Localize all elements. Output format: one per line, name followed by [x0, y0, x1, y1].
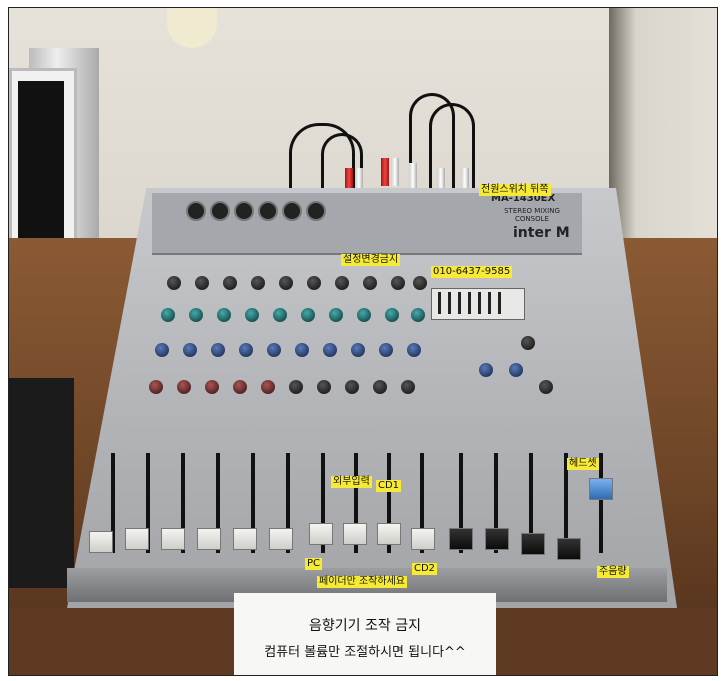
channel-fader-pc[interactable]	[309, 523, 333, 545]
label-cd1: CD1	[376, 480, 402, 492]
knob[interactable]	[479, 363, 493, 377]
xlr-input-3[interactable]	[234, 201, 254, 221]
knob[interactable]	[373, 380, 387, 394]
xlr-input-4[interactable]	[258, 201, 278, 221]
xlr-input-6[interactable]	[306, 201, 326, 221]
knob[interactable]	[317, 380, 331, 394]
headset-label: 헤드셋	[567, 458, 599, 470]
knob[interactable]	[195, 276, 209, 290]
knob[interactable]	[379, 343, 393, 357]
knob[interactable]	[267, 343, 281, 357]
knob[interactable]	[289, 380, 303, 394]
power-switch-note: 전원스위치 뒤쪽	[479, 184, 551, 196]
xlr-input-2[interactable]	[210, 201, 230, 221]
channel-fader-6[interactable]	[269, 528, 293, 550]
channel-fader-external[interactable]	[343, 523, 367, 545]
knob[interactable]	[329, 308, 343, 322]
knob[interactable]	[177, 380, 191, 394]
knob[interactable]	[407, 343, 421, 357]
warning-sign: 음향기기 조작 금지 컴퓨터 볼륨만 조절하시면 됩니다^^	[234, 593, 496, 675]
model-subtitle: STEREO MIXING CONSOLE	[504, 207, 560, 223]
channel-fader-3[interactable]	[161, 528, 185, 550]
knob[interactable]	[509, 363, 523, 377]
knob[interactable]	[351, 343, 365, 357]
channel-fader-1[interactable]	[89, 531, 113, 553]
group-fader-4[interactable]	[557, 538, 581, 560]
knob[interactable]	[239, 343, 253, 357]
knob[interactable]	[385, 308, 399, 322]
photo-frame: MA-1430EX STEREO MIXING CONSOLE inter M …	[8, 7, 718, 676]
graphic-eq[interactable]	[431, 288, 525, 320]
knob[interactable]	[363, 276, 377, 290]
knob[interactable]	[245, 308, 259, 322]
knob[interactable]	[217, 308, 231, 322]
knob[interactable]	[279, 276, 293, 290]
main-volume-label: 주음량	[597, 566, 629, 578]
knob[interactable]	[345, 380, 359, 394]
label-cd2: CD2	[412, 563, 438, 575]
knob[interactable]	[295, 343, 309, 357]
sign-line-1: 음향기기 조작 금지	[309, 618, 421, 634]
knob[interactable]	[205, 380, 219, 394]
knob[interactable]	[223, 276, 237, 290]
label-pc: PC	[305, 558, 323, 570]
brand-logo: inter M	[513, 225, 570, 241]
knob[interactable]	[155, 343, 169, 357]
xlr-input-1[interactable]	[186, 201, 206, 221]
xlr-input-5[interactable]	[282, 201, 302, 221]
rca-plug	[391, 158, 399, 186]
channel-fader-4[interactable]	[197, 528, 221, 550]
knob[interactable]	[539, 380, 553, 394]
knob[interactable]	[261, 380, 275, 394]
knob[interactable]	[211, 343, 225, 357]
label-external-input: 외부입력	[331, 476, 372, 488]
knob[interactable]	[411, 308, 425, 322]
knob[interactable]	[401, 380, 415, 394]
knob[interactable]	[357, 308, 371, 322]
black-equipment	[9, 378, 74, 588]
knob[interactable]	[161, 308, 175, 322]
jack-plug	[409, 163, 417, 191]
channel-fader-5[interactable]	[233, 528, 257, 550]
knob[interactable]	[301, 308, 315, 322]
group-fader-1[interactable]	[449, 528, 473, 550]
knob[interactable]	[251, 276, 265, 290]
knob[interactable]	[189, 308, 203, 322]
knob[interactable]	[391, 276, 405, 290]
knob[interactable]	[307, 276, 321, 290]
fader-track	[599, 453, 603, 553]
knob[interactable]	[233, 380, 247, 394]
phone-number-label: 010-6437-9585	[431, 266, 513, 278]
knob[interactable]	[183, 343, 197, 357]
group-fader-3[interactable]	[521, 533, 545, 555]
fader-only-label: 페이더만 조작하세요	[317, 576, 407, 588]
knob[interactable]	[273, 308, 287, 322]
knob[interactable]	[521, 336, 535, 350]
do-not-change-label: 설정변경금지	[341, 254, 401, 266]
knob[interactable]	[323, 343, 337, 357]
knob[interactable]	[167, 276, 181, 290]
channel-fader-2[interactable]	[125, 528, 149, 550]
sign-line-2: 컴퓨터 볼륨만 조절하시면 됩니다^^	[264, 645, 466, 660]
group-fader-2[interactable]	[485, 528, 509, 550]
knob[interactable]	[149, 380, 163, 394]
rca-plug	[381, 158, 389, 186]
monitor-fader[interactable]	[589, 478, 613, 500]
brand-plate: MA-1430EX STEREO MIXING CONSOLE inter M	[491, 193, 579, 248]
channel-fader-cd1[interactable]	[377, 523, 401, 545]
knob[interactable]	[413, 276, 427, 290]
knob[interactable]	[335, 276, 349, 290]
channel-fader-cd2[interactable]	[411, 528, 435, 550]
